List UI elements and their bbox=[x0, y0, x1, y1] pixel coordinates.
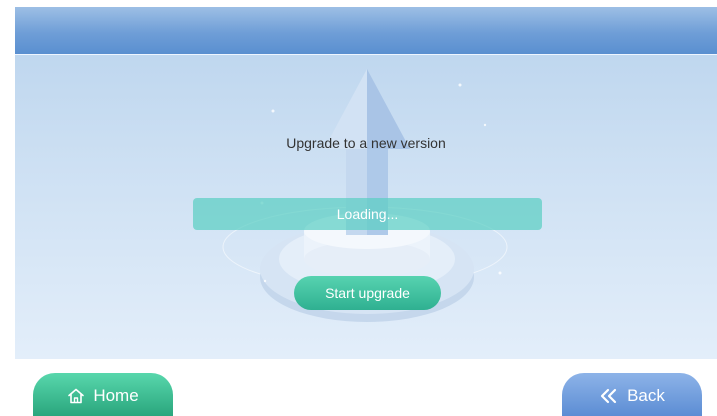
progress-status-text: Loading... bbox=[336, 206, 399, 222]
back-button[interactable]: Back bbox=[562, 373, 702, 416]
home-icon bbox=[67, 387, 85, 405]
start-upgrade-button[interactable]: Start upgrade bbox=[294, 276, 441, 310]
home-button[interactable]: Home bbox=[33, 373, 173, 416]
upgrade-title: Upgrade to a new version bbox=[286, 135, 446, 151]
upgrade-progress-bar: Loading... bbox=[193, 198, 542, 230]
upgrade-screen: Upgrade to a new version Loading... Star… bbox=[15, 7, 717, 359]
home-label: Home bbox=[93, 385, 139, 405]
double-chevron-left-icon bbox=[599, 388, 619, 404]
header-bar bbox=[15, 7, 717, 55]
back-label: Back bbox=[627, 385, 665, 405]
